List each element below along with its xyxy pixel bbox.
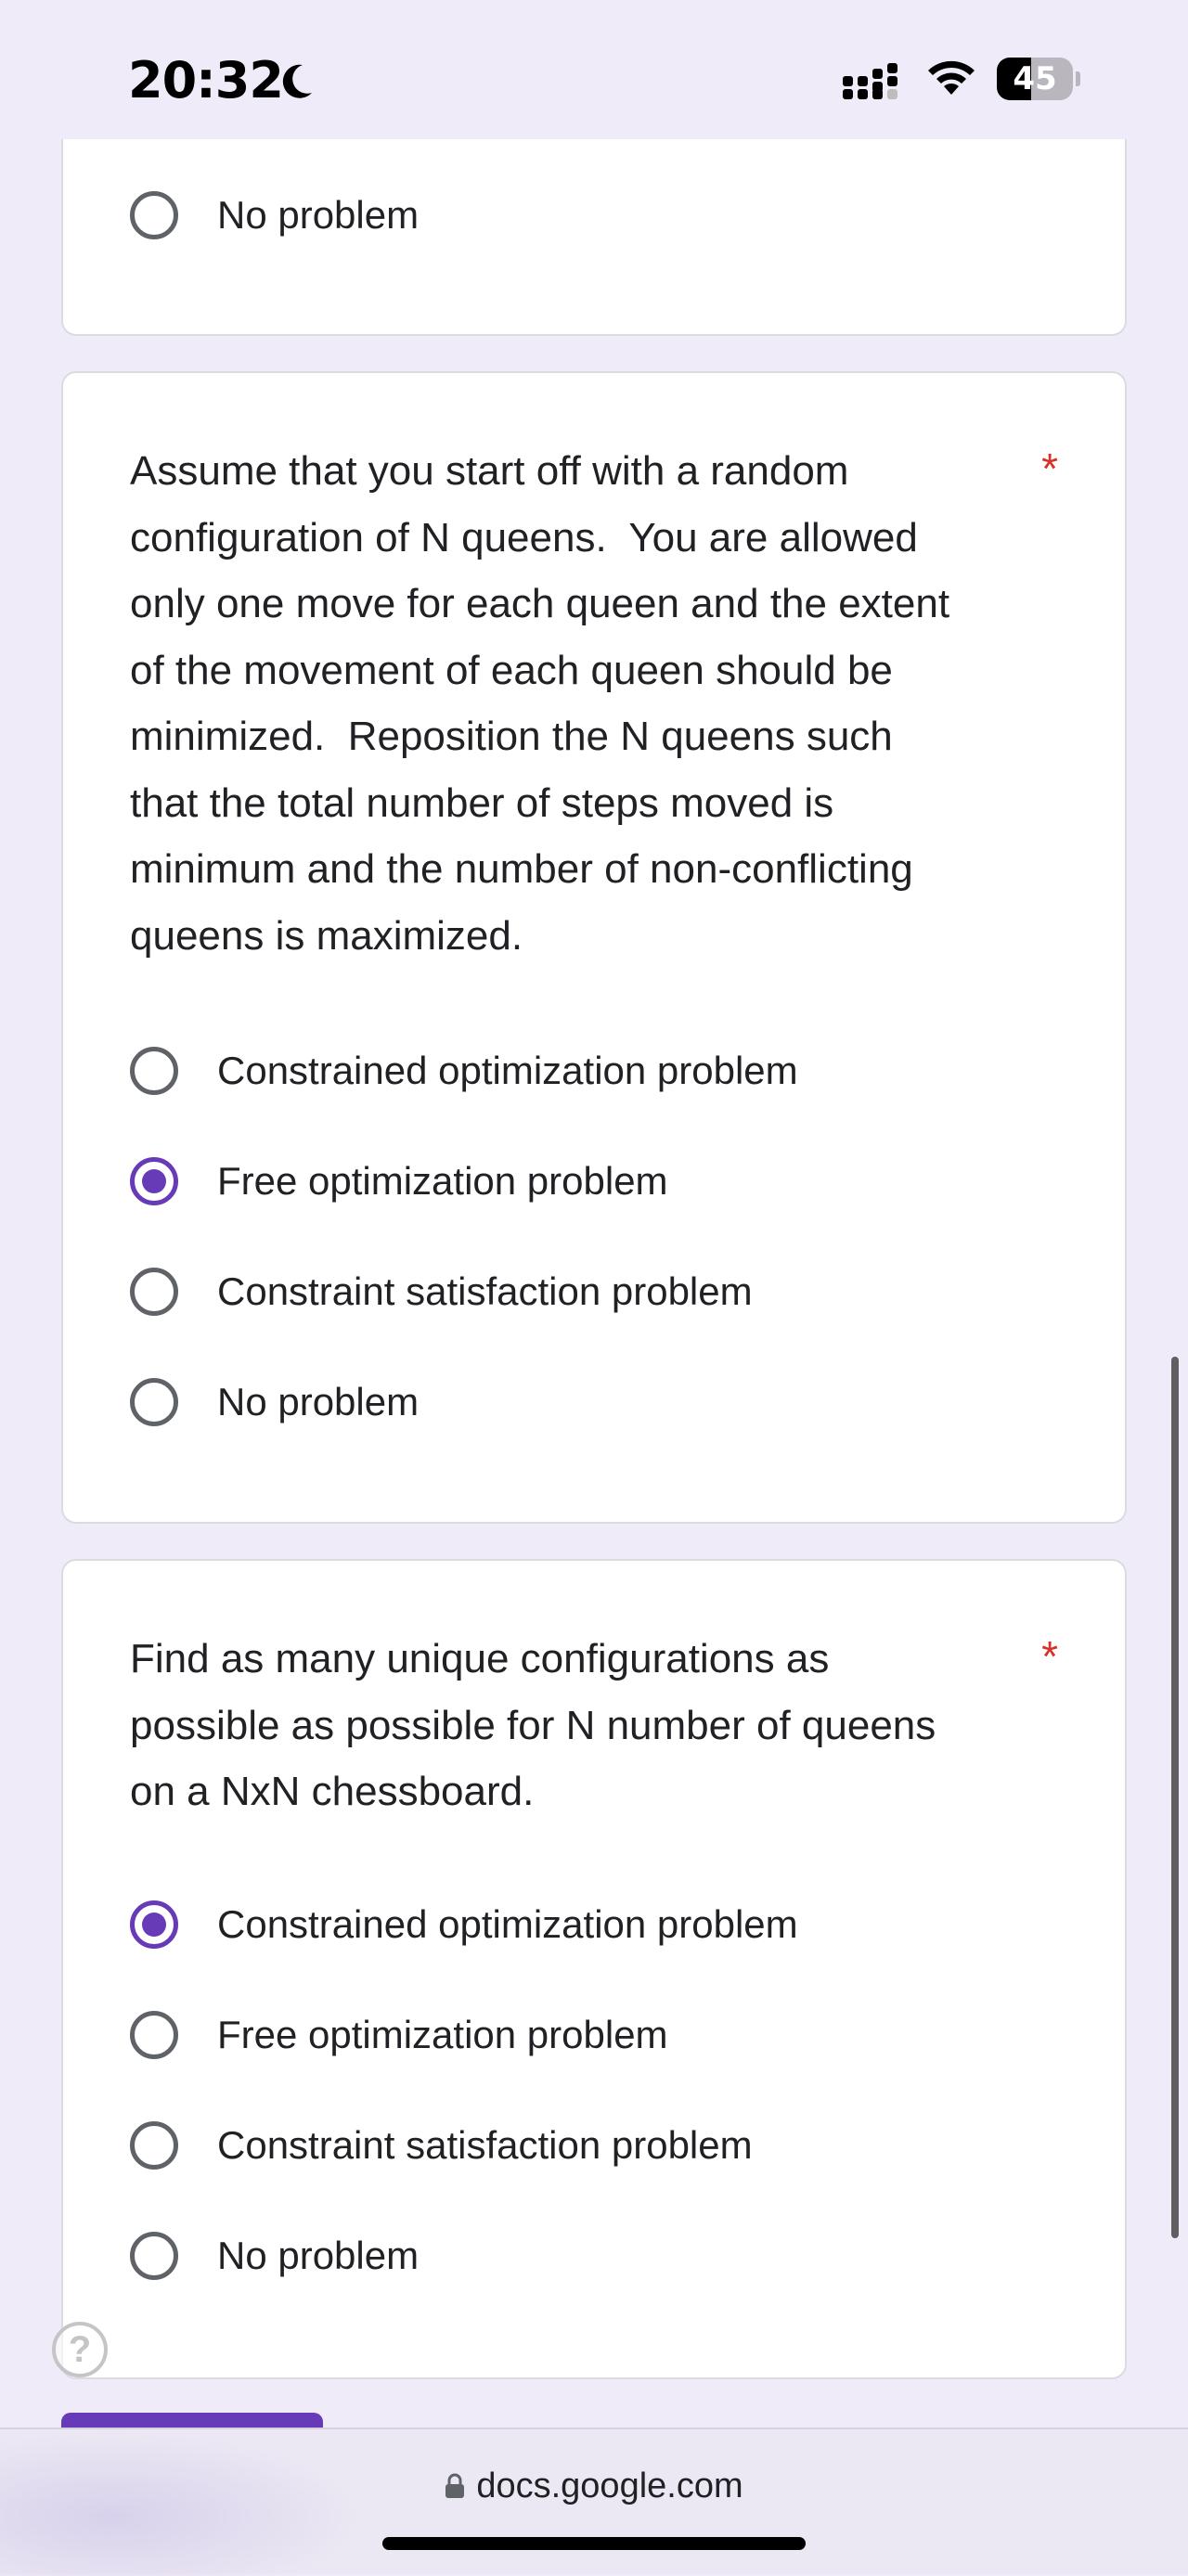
question-text: Find as many unique configurations as po…: [130, 1636, 936, 1814]
option-label: No problem: [217, 193, 420, 237]
radio-option-no-problem[interactable]: No problem: [130, 2226, 419, 2286]
radio-button[interactable]: [130, 2121, 178, 2170]
question-card-2: Find as many unique configurations as po…: [61, 1559, 1127, 2379]
url-display[interactable]: docs.google.com: [0, 2467, 1188, 2506]
required-asterisk: *: [1041, 1632, 1058, 1681]
option-label: Free optimization problem: [217, 1159, 668, 1203]
radio-button[interactable]: [130, 2011, 178, 2059]
radio-option-free-optimization[interactable]: Free optimization problem: [130, 2005, 668, 2065]
browser-address-bar[interactable]: docs.google.com: [0, 2428, 1188, 2576]
wifi-icon: [928, 60, 975, 95]
question-card-previous: No problem: [61, 139, 1127, 336]
option-label: No problem: [217, 1380, 420, 1423]
option-label: Constraint satisfaction problem: [217, 2123, 753, 2167]
radio-button[interactable]: [130, 1157, 178, 1205]
option-label: Free optimization problem: [217, 2013, 668, 2056]
question-text: Assume that you start off with a random …: [130, 448, 950, 959]
radio-option-no-problem[interactable]: No problem: [130, 1372, 419, 1432]
radio-option-constrained-optimization[interactable]: Constrained optimization problem: [130, 1895, 798, 1954]
question-card-1: Assume that you start off with a random …: [61, 371, 1127, 1524]
battery-cap: [1076, 71, 1080, 86]
radio-button[interactable]: [130, 2232, 178, 2280]
status-time: 20:32: [128, 51, 284, 109]
option-label: Constrained optimization problem: [217, 1902, 798, 1946]
radio-option-no-problem[interactable]: No problem: [130, 186, 419, 245]
required-asterisk: *: [1041, 444, 1058, 493]
radio-button[interactable]: [130, 1378, 178, 1426]
radio-button[interactable]: [130, 1047, 178, 1095]
radio-option-constraint-satisfaction[interactable]: Constraint satisfaction problem: [130, 1262, 753, 1321]
battery-indicator: 45: [997, 58, 1080, 100]
radio-button[interactable]: [130, 1268, 178, 1316]
scrollbar-thumb[interactable]: [1171, 1357, 1179, 2238]
moon-icon: [282, 64, 312, 98]
option-label: Constrained optimization problem: [217, 1049, 798, 1092]
battery-body: 45: [997, 58, 1073, 100]
radio-button[interactable]: [130, 191, 178, 239]
lock-icon: [446, 2473, 465, 2498]
radio-button[interactable]: [130, 1900, 178, 1949]
radio-option-constrained-optimization[interactable]: Constrained optimization problem: [130, 1041, 798, 1101]
home-indicator[interactable]: [382, 2537, 806, 2550]
option-label: No problem: [217, 2234, 420, 2277]
radio-option-constraint-satisfaction[interactable]: Constraint satisfaction problem: [130, 2116, 753, 2175]
option-label: Constraint satisfaction problem: [217, 1269, 753, 1313]
battery-percent: 45: [1013, 60, 1057, 97]
radio-option-free-optimization[interactable]: Free optimization problem: [130, 1152, 668, 1211]
cellular-signal-icon: [843, 63, 897, 99]
help-icon[interactable]: ?: [52, 2322, 108, 2377]
url-text: docs.google.com: [476, 2467, 743, 2505]
